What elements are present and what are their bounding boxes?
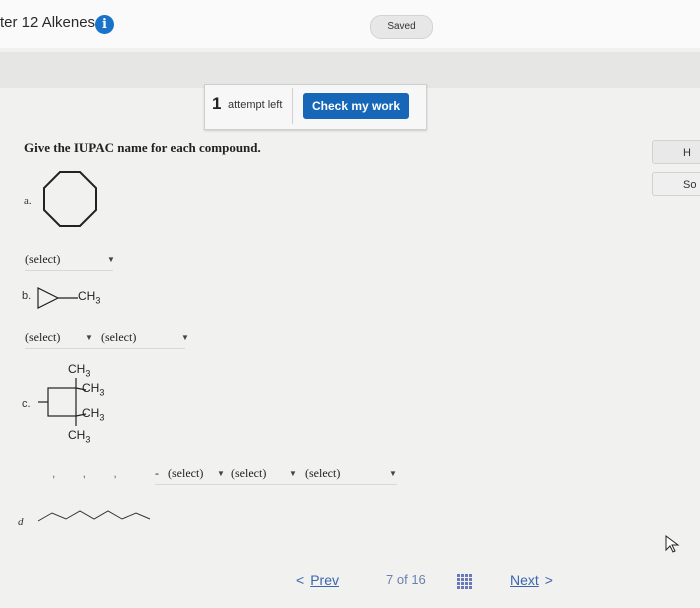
part-c-select-3[interactable]: (select) [305,466,340,481]
part-c-dash: - [155,466,159,480]
part-b-label: b. [22,290,32,302]
info-icon[interactable]: i [95,15,114,34]
alkene-skeletal-structure [37,510,151,522]
page-indicator: 7 of 16 [386,572,426,587]
chapter-title: ter 12 Alkenes [0,14,96,31]
part-b-select-1[interactable]: (select) [25,330,60,344]
part-c-locant-separators: , , , [52,466,129,480]
caret-down-icon: ▼ [389,469,397,478]
part-c-select-2[interactable]: (select) [231,466,266,481]
part-b-select-2[interactable]: (select) [101,330,136,345]
part-b-methyl-group: CH3 [78,289,101,306]
grid-icon[interactable] [456,573,472,589]
side-tab-hint[interactable]: H [652,140,700,164]
caret-down-icon: ▼ [107,255,115,264]
part-a-label: a. [24,195,32,207]
part-a-select-value: (select) [25,252,61,266]
part-c-select-group: - (select) ▼ (select) ▼ (select) ▼ [155,466,397,485]
part-a-select[interactable]: (select) ▼ [25,252,115,271]
caret-down-icon: ▼ [217,469,225,478]
check-my-work-button[interactable]: Check my work [303,93,409,119]
side-tab-solution[interactable]: So [652,172,700,196]
prev-label: Prev [310,572,339,588]
part-c-label: c. [22,398,31,410]
next-label: Next [510,572,539,588]
attempts-count: 1 [212,94,222,113]
chevron-left-icon: < [296,572,305,588]
prev-button[interactable]: < Prev [296,572,339,588]
question-text: Give the IUPAC name for each compound. [24,140,261,155]
attempt-divider [292,88,293,124]
cursor-icon [665,535,680,553]
caret-down-icon: ▼ [181,333,189,342]
caret-down-icon: ▼ [85,333,93,342]
part-c-select-1[interactable]: (select) [168,466,203,481]
attempts-label: attempt left [228,99,283,111]
cyclooctane-structure [43,171,97,227]
part-b-select-group: (select) ▼ (select) ▼ [25,330,189,349]
cyclobutane-structure [38,378,87,426]
saved-status-badge: Saved [370,15,433,39]
next-button[interactable]: Next > [510,572,553,588]
part-d-label: d [18,516,24,528]
chevron-right-icon: > [544,572,553,588]
header-band [0,52,700,88]
caret-down-icon: ▼ [289,469,297,478]
